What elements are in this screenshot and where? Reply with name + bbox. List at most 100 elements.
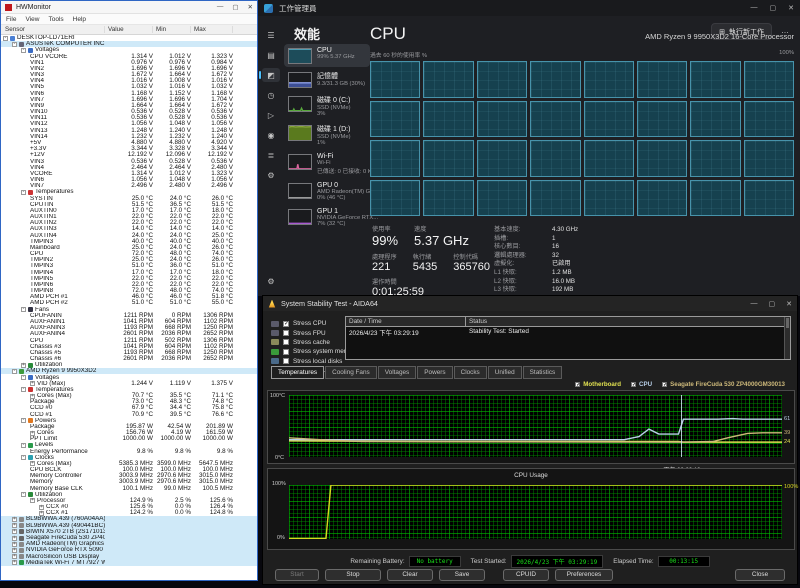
sidebar-item-cpu[interactable]: CPU99% 5.37 GHz <box>284 44 370 67</box>
expand-icon[interactable]: + <box>12 548 17 553</box>
collapse-icon[interactable]: - <box>21 455 26 460</box>
close-icon[interactable]: ✕ <box>786 300 792 308</box>
menu-item-file[interactable]: File <box>6 16 16 23</box>
startup-apps-icon[interactable]: ▷ <box>262 108 280 122</box>
collapse-icon[interactable]: - <box>21 443 26 448</box>
minimize-icon[interactable]: — <box>751 4 758 12</box>
sensor-row[interactable]: PPT Limit1000.00 W1000.00 W1000.00 W <box>1 436 257 442</box>
checkbox-checked-icon[interactable]: ✓ <box>283 321 289 327</box>
sensor-row[interactable]: Energy Performance9.8 %9.8 %9.8 % <box>1 449 257 455</box>
expand-icon[interactable]: + <box>12 542 17 547</box>
sensor-name: Cores (Max) <box>37 393 72 399</box>
column-min[interactable]: Min <box>153 26 191 33</box>
column-max[interactable]: Max <box>191 26 233 33</box>
close-button[interactable]: Close <box>735 569 785 581</box>
sidebar-item-gpu-1[interactable]: GPU 1NVIDIA GeForce RTX...7% (32 °C) <box>284 205 370 230</box>
collapse-icon[interactable]: - <box>21 387 26 392</box>
sensor-row[interactable]: VIN72.496 V2.480 V2.496 V <box>1 183 257 189</box>
menu-icon[interactable]: ☰ <box>262 28 280 42</box>
expand-icon[interactable]: + <box>12 560 17 565</box>
expand-icon[interactable]: + <box>21 363 26 368</box>
app-history-icon[interactable]: ◷ <box>262 88 280 102</box>
legend-checkbox-icon[interactable]: ✓ <box>631 382 636 387</box>
close-icon[interactable]: ✕ <box>788 4 794 12</box>
sensor-row[interactable]: AMD PCH #251.0 °C51.0 °C55.0 °C <box>1 300 257 306</box>
expand-icon[interactable]: + <box>30 498 35 503</box>
collapse-icon[interactable]: - <box>21 492 26 497</box>
sensor-row[interactable]: CCD #170.9 °C39.5 °C76.6 °C <box>1 411 257 417</box>
checkbox-icon[interactable] <box>283 330 289 336</box>
sensor-name-cell: +Seagate FireCuda 530 ZP4000GM30013 (7VS… <box>1 535 105 541</box>
preferences-button[interactable]: Preferences <box>555 569 613 581</box>
stop-button[interactable]: Stop <box>325 569 381 581</box>
expand-icon[interactable]: + <box>30 394 35 399</box>
collapse-icon[interactable]: - <box>21 190 26 195</box>
sensor-name-cell: CPUTIN <box>1 202 105 208</box>
expand-icon[interactable]: + <box>39 511 44 516</box>
expand-icon[interactable]: + <box>39 505 44 510</box>
maximize-icon[interactable]: ▢ <box>770 4 777 12</box>
tab-temperatures[interactable]: Temperatures <box>271 366 324 379</box>
expand-icon[interactable]: + <box>30 381 35 386</box>
checkbox-icon[interactable] <box>283 349 289 355</box>
tab-clocks[interactable]: Clocks <box>454 366 487 379</box>
checkbox-icon[interactable] <box>283 339 289 345</box>
tab-voltages[interactable]: Voltages <box>378 366 417 379</box>
column-sensor[interactable]: Sensor <box>1 26 105 33</box>
details-icon[interactable]: ≣ <box>262 148 280 162</box>
expand-icon[interactable]: + <box>12 529 17 534</box>
cpuid-button[interactable]: CPUID <box>503 569 549 581</box>
maximize-icon[interactable]: ▢ <box>769 300 776 308</box>
sensor-category-icon <box>28 492 33 497</box>
sidebar-item--[interactable]: 記憶體9.3/31.3 GB (30%) <box>284 68 370 91</box>
sensor-row[interactable]: Memory Base CLK100.1 MHz99.0 MHz100.5 MH… <box>1 486 257 492</box>
sensor-row[interactable]: +VID (Max)1.244 V1.119 V1.375 V <box>1 381 257 387</box>
collapse-icon[interactable]: - <box>21 307 26 312</box>
checkbox-icon[interactable] <box>283 358 289 364</box>
sidebar-item--0-c-[interactable]: 磁碟 0 (C:)SSD (NVMe)3% <box>284 92 370 120</box>
collapse-icon[interactable]: - <box>12 42 17 47</box>
users-icon[interactable]: ◉ <box>262 128 280 142</box>
processes-icon[interactable]: ▤ <box>262 48 280 62</box>
tab-powers[interactable]: Powers <box>417 366 452 379</box>
expand-icon[interactable]: + <box>12 554 17 559</box>
expand-icon[interactable]: + <box>12 536 17 541</box>
expand-icon[interactable]: + <box>12 523 17 528</box>
menu-item-view[interactable]: View <box>25 16 39 23</box>
tab-statistics[interactable]: Statistics <box>523 366 563 379</box>
save-button[interactable]: Save <box>439 569 485 581</box>
column-value[interactable]: Value <box>105 26 153 33</box>
collapse-icon[interactable]: - <box>21 375 26 380</box>
menu-item-tools[interactable]: Tools <box>48 16 63 23</box>
expand-icon[interactable]: + <box>12 517 17 522</box>
collapse-icon[interactable]: - <box>12 369 17 374</box>
log-scrollbar[interactable] <box>784 317 790 359</box>
collapse-icon[interactable]: - <box>3 36 8 41</box>
sidebar-item--1-d-[interactable]: 磁碟 1 (D:)SSD (NVMe)1% <box>284 121 370 149</box>
services-icon[interactable]: ⚙ <box>262 168 280 182</box>
performance-icon[interactable]: ◩ <box>262 68 280 82</box>
start-button[interactable]: Start <box>275 569 319 581</box>
tab-cooling-fans[interactable]: Cooling Fans <box>325 366 377 379</box>
sensor-row[interactable]: +CCX #1124.2 %0.0 %124.8 % <box>1 510 257 516</box>
expand-icon[interactable]: + <box>30 431 35 436</box>
clear-button[interactable]: Clear <box>387 569 433 581</box>
maximize-icon[interactable]: ▢ <box>232 3 238 11</box>
close-icon[interactable]: ✕ <box>248 3 253 11</box>
minimize-icon[interactable]: — <box>751 300 758 308</box>
sidebar-item-gpu-0[interactable]: GPU 0AMD Radeon(TM) Gr...0% (46 °C) <box>284 179 370 204</box>
log-row[interactable]: 2026/4/23 下午 03:29:19Stability Test: Sta… <box>346 327 790 336</box>
sensor-name-cell: TMPIN3 <box>1 239 105 245</box>
minimize-icon[interactable]: — <box>217 3 224 11</box>
expand-icon[interactable]: + <box>30 461 35 466</box>
legend-checkbox-icon[interactable]: ✓ <box>575 382 580 387</box>
tab-unified[interactable]: Unified <box>488 366 522 379</box>
sidebar-item-wi-fi[interactable]: Wi-FiWi-Fi已傳送: 0 已接收: 0 Kbps <box>284 150 370 178</box>
settings-icon[interactable]: ⚙ <box>262 274 280 288</box>
device-row[interactable]: +MediaTek Wi-Fi 7 MT7927 Wireless LAN Ca… <box>1 560 257 566</box>
collapse-icon[interactable]: - <box>21 418 26 423</box>
sensor-row[interactable]: Chassis #62601 RPM2036 RPM2652 RPM <box>1 356 257 362</box>
collapse-icon[interactable]: - <box>21 48 26 53</box>
legend-checkbox-icon[interactable]: ✓ <box>662 382 667 387</box>
menu-item-help[interactable]: Help <box>73 16 86 23</box>
